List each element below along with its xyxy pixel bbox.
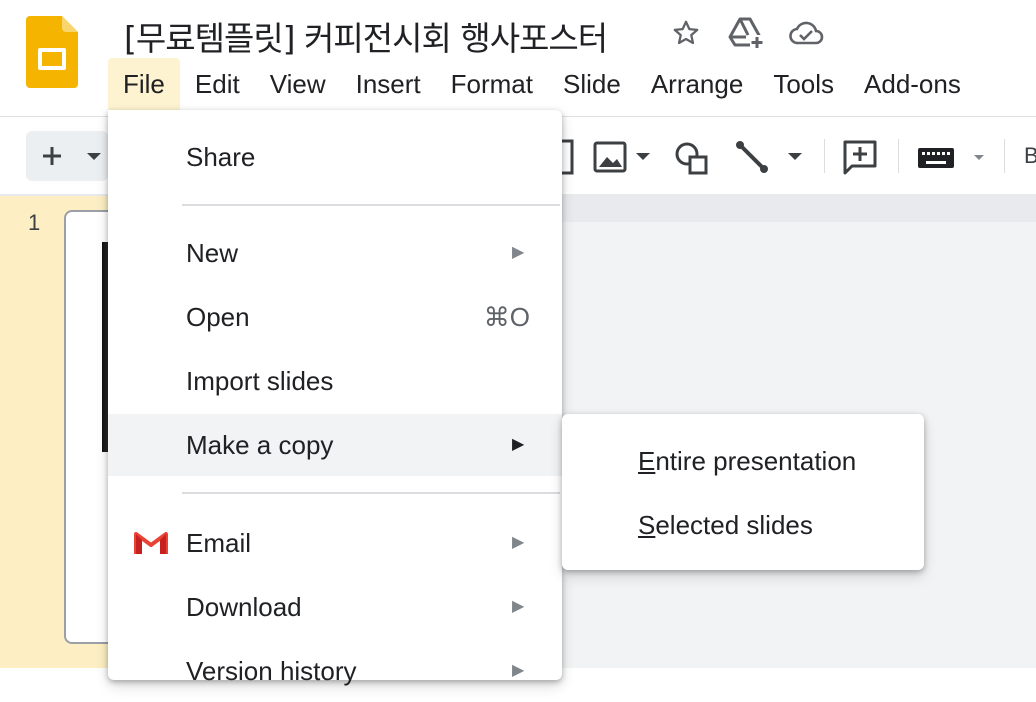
toolbar-truncated-button[interactable]: B (1024, 143, 1036, 169)
menu-item-email[interactable]: Email ▶ (108, 512, 562, 574)
star-icon[interactable] (668, 16, 704, 50)
menu-item-open[interactable]: Open ⌘O (108, 286, 562, 348)
menu-item-version-history[interactable]: Version history ▶ (108, 640, 562, 702)
menu-format[interactable]: Format (436, 58, 548, 110)
menu-item-new[interactable]: New ▶ (108, 222, 562, 284)
menu-item-label: New (186, 238, 239, 268)
select-frame-icon[interactable] (560, 137, 576, 177)
submenu-arrow-icon: ▶ (512, 662, 525, 679)
submenu-arrow-icon: ▶ (512, 598, 525, 615)
submenu-arrow-icon: ▶ (512, 436, 525, 453)
mnemonic-letter: S (638, 510, 656, 540)
toolbar-divider (898, 139, 899, 173)
mnemonic-letter: E (638, 446, 656, 476)
plus-icon (43, 147, 61, 165)
menu-divider (182, 492, 560, 494)
submenu-item-entire-presentation[interactable]: Entire presentation (562, 430, 924, 492)
input-tools-button[interactable] (916, 137, 990, 177)
menu-item-label: Version history (186, 656, 357, 686)
menu-tools[interactable]: Tools (758, 58, 849, 110)
submenu-item-selected-slides[interactable]: Selected slides (562, 494, 924, 556)
menu-item-import-slides[interactable]: Import slides (108, 350, 562, 412)
label-rest: ntire presentation (655, 446, 857, 476)
menu-arrange[interactable]: Arrange (636, 58, 759, 110)
line-tool-button[interactable] (734, 137, 808, 177)
document-title[interactable]: [무료템플릿] 커피전시회 행사포스터 (124, 12, 608, 60)
menu-item-download[interactable]: Download ▶ (108, 576, 562, 638)
label-rest: elected slides (655, 510, 813, 540)
insert-image-button[interactable] (592, 137, 654, 177)
toolbar-divider (824, 139, 825, 173)
menu-file[interactable]: File (108, 58, 180, 110)
menu-item-label: Open (186, 302, 250, 332)
cloud-saved-icon[interactable] (786, 16, 826, 50)
submenu-arrow-icon: ▶ (512, 534, 525, 551)
chevron-down-icon (87, 153, 101, 160)
menu-item-label: Download (186, 592, 302, 622)
submenu-item-label: Entire presentation (638, 430, 856, 492)
menu-item-make-a-copy[interactable]: Make a copy ▶ (108, 414, 562, 476)
menu-item-label: Make a copy (186, 430, 334, 460)
new-slide-button[interactable] (26, 131, 108, 181)
menu-insert[interactable]: Insert (341, 58, 436, 110)
menu-item-label: Import slides (186, 366, 334, 396)
menu-add-ons[interactable]: Add-ons (849, 58, 976, 110)
submenu-arrow-icon: ▶ (512, 244, 525, 261)
menu-slide[interactable]: Slide (548, 58, 636, 110)
gmail-icon (134, 530, 168, 561)
menubar: File Edit View Insert Format Slide Arran… (108, 58, 976, 110)
make-a-copy-submenu: Entire presentation Selected slides (562, 414, 924, 570)
add-comment-icon[interactable] (840, 137, 880, 177)
submenu-item-label: Selected slides (638, 494, 813, 556)
move-to-drive-icon[interactable] (726, 16, 766, 50)
toolbar-divider (1004, 139, 1005, 173)
menu-item-label: Share (186, 142, 256, 172)
menu-item-label: Email (186, 528, 252, 558)
menu-divider (182, 204, 560, 206)
menu-edit[interactable]: Edit (180, 58, 255, 110)
slides-logo-icon[interactable] (26, 16, 78, 88)
file-menu: Share New ▶ Open ⌘O Import slides Make a… (108, 110, 562, 686)
menu-item-share[interactable]: Share (108, 126, 562, 188)
shape-icon[interactable] (672, 137, 712, 177)
menu-view[interactable]: View (255, 58, 341, 110)
shortcut-label: ⌘O (483, 302, 530, 332)
slide-number: 1 (28, 210, 41, 235)
